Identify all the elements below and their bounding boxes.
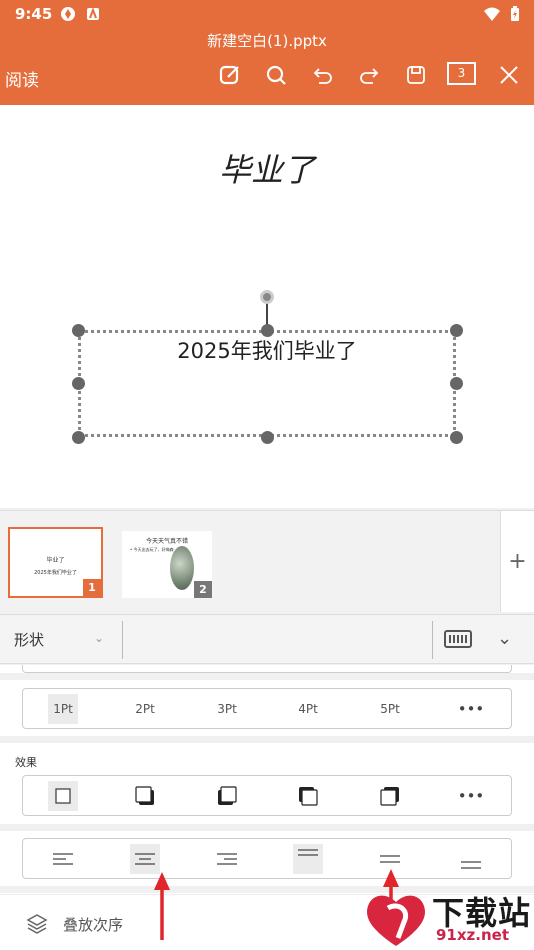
slide-thumbnail-strip: 毕业了 2025年我们毕业了 1 今天天气真不错 • 今天出去玩了，好嗨森 2 …	[0, 510, 534, 612]
shadow-bottom-left-icon	[218, 786, 237, 805]
resize-handle-top-right[interactable]	[450, 324, 463, 337]
thumb2-number: 2	[194, 581, 212, 598]
keyboard-icon[interactable]	[444, 630, 472, 648]
line-width-option[interactable]: 3Pt	[212, 694, 242, 724]
divider	[0, 824, 534, 831]
align-top-icon	[298, 849, 318, 856]
format-bar: 形状 ⌄ ⌄	[0, 614, 534, 664]
annotation-arrow	[154, 872, 170, 940]
save-button[interactable]	[401, 61, 431, 89]
thumb2-image	[170, 546, 194, 590]
a-notification-icon	[87, 7, 99, 20]
close-icon	[500, 66, 518, 84]
effects-group: •••	[22, 775, 512, 816]
app-root: 9:45 新建空白(1).pptx 阅读 3 毕业了 2025年我们毕业了 毕业…	[0, 0, 534, 950]
thumb2-title: 今天天气真不错	[145, 538, 188, 545]
slide-title[interactable]: 毕业了	[0, 145, 534, 191]
document-filename: 新建空白(1).pptx	[207, 32, 327, 50]
divider	[432, 621, 433, 659]
shadow-bottom-right-icon	[135, 786, 154, 805]
resize-handle-bottom-right[interactable]	[450, 431, 463, 444]
rotation-handle[interactable]	[260, 290, 274, 304]
undo-button[interactable]	[308, 61, 338, 89]
layer-order-label: 叠放次序	[63, 916, 124, 934]
align-top-option[interactable]	[293, 844, 323, 874]
watermark-logo	[367, 895, 425, 946]
status-bar: 9:45	[0, 0, 534, 28]
search-button[interactable]	[261, 61, 291, 89]
line-width-option[interactable]: 4Pt	[293, 694, 323, 724]
effects-label: 效果	[15, 756, 37, 769]
layers-icon	[26, 914, 48, 934]
divider	[0, 736, 534, 743]
watermark: 下载站 91xz.net	[362, 888, 534, 950]
previous-group	[22, 665, 512, 673]
app-header: 9:45 新建空白(1).pptx 阅读 3	[0, 0, 534, 105]
shadow-top-right-icon	[380, 787, 399, 806]
effect-shadow-bottom-left-option[interactable]	[212, 781, 242, 811]
resize-handle-bottom[interactable]	[261, 431, 274, 444]
read-mode-button[interactable]: 阅读	[5, 66, 39, 91]
line-width-more-button[interactable]: •••	[456, 694, 486, 724]
line-width-group: 1Pt 2Pt 3Pt 4Pt 5Pt •••	[22, 688, 512, 729]
rotation-line	[266, 303, 268, 325]
align-bottom-icon	[461, 861, 481, 869]
add-slide-button[interactable]: +	[500, 511, 534, 612]
chevron-down-icon[interactable]: ⌄	[94, 631, 104, 645]
redo-icon	[360, 68, 379, 84]
redo-button[interactable]	[354, 61, 384, 89]
line-width-option[interactable]: 2Pt	[130, 694, 160, 724]
wifi-icon	[484, 7, 500, 21]
effects-more-button[interactable]: •••	[456, 781, 486, 811]
thumb1-number: 1	[83, 579, 101, 596]
slide-thumbnail-1[interactable]: 毕业了 2025年我们毕业了 1	[8, 527, 103, 598]
undo-icon	[313, 68, 332, 84]
page-count-button[interactable]: 3	[447, 62, 476, 85]
thumb1-subtitle: 2025年我们毕业了	[34, 570, 77, 576]
thumb2-bullet: • 今天出去玩了，好嗨森	[130, 547, 174, 552]
resize-handle-top-left[interactable]	[72, 324, 85, 337]
align-bottom-option[interactable]	[456, 844, 486, 874]
resize-handle-top[interactable]	[261, 324, 274, 337]
shadow-top-left-icon	[299, 787, 318, 806]
align-right-option[interactable]	[212, 844, 242, 874]
align-left-icon	[53, 853, 73, 865]
save-icon	[407, 66, 425, 84]
edit-button[interactable]	[215, 61, 245, 89]
effect-shadow-top-left-option[interactable]	[293, 781, 323, 811]
divider	[122, 621, 123, 659]
resize-handle-left[interactable]	[72, 377, 85, 390]
collapse-panel-icon[interactable]: ⌄	[497, 628, 512, 649]
app-notification-icon	[61, 7, 75, 21]
align-left-option[interactable]	[48, 844, 78, 874]
thumb1-title: 毕业了	[46, 557, 65, 564]
line-width-option[interactable]: 1Pt	[48, 694, 78, 724]
status-time: 9:45	[15, 5, 53, 23]
format-category-label[interactable]: 形状	[14, 629, 44, 650]
effect-shadow-top-right-option[interactable]	[375, 781, 405, 811]
align-center-icon	[135, 853, 155, 865]
alignment-group	[22, 838, 512, 879]
align-right-icon	[217, 853, 237, 865]
effect-none-option[interactable]	[48, 781, 78, 811]
search-icon	[266, 65, 286, 85]
battery-icon	[511, 6, 519, 21]
effect-shadow-bottom-right-option[interactable]	[130, 781, 160, 811]
slide-thumbnail-2[interactable]: 今天天气真不错 • 今天出去玩了，好嗨森 2	[122, 531, 212, 598]
close-button[interactable]	[494, 61, 524, 89]
line-width-option[interactable]: 5Pt	[375, 694, 405, 724]
slide-subtitle[interactable]: 2025年我们毕业了	[0, 335, 534, 365]
watermark-url: 91xz.net	[436, 926, 510, 944]
effect-none-icon	[55, 788, 71, 804]
divider	[0, 673, 534, 680]
resize-handle-right[interactable]	[450, 377, 463, 390]
resize-handle-bottom-left[interactable]	[72, 431, 85, 444]
edit-icon	[219, 65, 239, 85]
